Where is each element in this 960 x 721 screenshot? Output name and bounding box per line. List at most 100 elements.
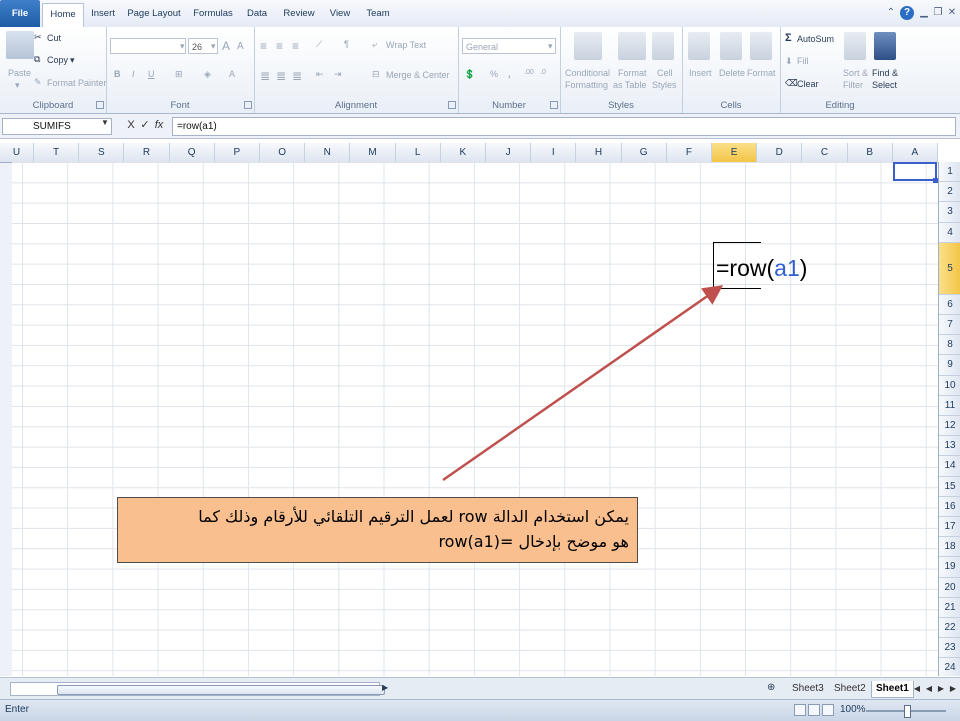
fill-button[interactable]: Fill [797, 56, 809, 66]
bold-button[interactable]: B [114, 69, 121, 79]
insert-cells-button[interactable]: Insert [689, 68, 712, 78]
align-center-icon[interactable]: ≣ [276, 69, 286, 83]
column-header[interactable]: G [622, 143, 667, 162]
tab-data[interactable]: Data [240, 3, 274, 25]
column-header[interactable]: S [79, 143, 125, 162]
row-header[interactable]: 19 [939, 557, 960, 578]
sheet-nav-first-icon[interactable]: ◀ [912, 682, 922, 696]
row-header[interactable]: 18 [939, 537, 960, 558]
sheet-nav-next-icon[interactable]: ▶ [936, 682, 946, 696]
rtl-icon[interactable]: ¶ [344, 39, 349, 49]
sheet-tab-sheet3[interactable]: Sheet3 [788, 681, 828, 697]
row-header[interactable]: 10 [939, 376, 960, 396]
minimize-ribbon-icon[interactable]: ⌃ [884, 6, 898, 20]
confirm-entry-button[interactable]: ✓ [138, 118, 152, 131]
active-cell-a1[interactable] [893, 162, 937, 181]
split-box-icon[interactable]: ▶ [382, 683, 388, 692]
format-painter-button[interactable]: Format Painter [47, 78, 107, 88]
cell-styles-icon[interactable] [652, 32, 674, 60]
row-header[interactable]: 6 [939, 295, 960, 315]
format-cells-button[interactable]: Format [747, 68, 776, 78]
number-format-dropdown-icon[interactable]: ▾ [548, 41, 553, 52]
horizontal-scroll-thumb[interactable] [57, 685, 385, 695]
sheet-nav-prev-icon[interactable]: ◀ [924, 682, 934, 696]
column-header[interactable]: O [260, 143, 306, 162]
sort-filter-button[interactable]: Sort & [843, 68, 868, 78]
align-top-icon[interactable]: ≡ [260, 39, 267, 53]
row-header[interactable]: 24 [939, 658, 960, 679]
column-header[interactable]: T [34, 143, 80, 162]
column-header[interactable]: P [215, 143, 260, 162]
zoom-level[interactable]: 100% [840, 704, 866, 715]
sort-filter-icon[interactable] [844, 32, 866, 60]
wrap-text-button[interactable]: Wrap Text [386, 40, 426, 50]
row-header[interactable]: 20 [939, 578, 960, 598]
row-header[interactable]: 15 [939, 477, 960, 497]
column-header[interactable]: N [305, 143, 351, 162]
conditional-formatting-button[interactable]: Conditional [565, 68, 610, 78]
font-color-icon[interactable]: A [229, 69, 235, 79]
column-header[interactable]: I [531, 143, 577, 162]
underline-button[interactable]: U [148, 69, 155, 79]
align-bottom-icon[interactable]: ≡ [292, 39, 299, 53]
font-size-dropdown-icon[interactable]: ▾ [211, 41, 216, 52]
row-header[interactable]: 21 [939, 598, 960, 618]
insert-function-button[interactable]: fx [152, 119, 166, 131]
normal-view-icon[interactable] [794, 704, 806, 716]
horizontal-scrollbar[interactable] [10, 682, 385, 696]
percent-button[interactable]: % [490, 69, 498, 79]
sheet-tab-sheet2[interactable]: Sheet2 [830, 681, 870, 697]
font-name-combo[interactable] [110, 38, 186, 54]
find-select-icon[interactable] [874, 32, 896, 60]
font-launcher-icon[interactable] [244, 101, 252, 109]
restore-window-icon[interactable]: ❐ [931, 6, 945, 20]
column-header[interactable]: L [396, 143, 441, 162]
align-right-icon[interactable]: ≣ [292, 69, 302, 83]
row-header[interactable]: 14 [939, 456, 960, 477]
paste-dropdown-icon[interactable]: ▾ [15, 80, 20, 91]
tab-review[interactable]: Review [280, 3, 318, 25]
row-header[interactable]: 5 [939, 242, 960, 295]
help-icon[interactable]: ? [900, 6, 914, 20]
formula-input[interactable]: =row(a1) [172, 117, 956, 136]
conditional-formatting-icon[interactable] [574, 32, 602, 60]
row-header[interactable]: 9 [939, 355, 960, 376]
row-header[interactable]: 13 [939, 436, 960, 457]
tab-team[interactable]: Team [362, 3, 394, 25]
fill-color-icon[interactable]: ◈ [204, 69, 211, 80]
tab-home[interactable]: Home [42, 3, 84, 28]
column-header[interactable]: C [802, 143, 848, 162]
shrink-font-button[interactable]: A [237, 41, 244, 52]
name-box-dropdown-icon[interactable]: ▼ [101, 118, 109, 127]
row-header[interactable]: 17 [939, 517, 960, 538]
decrease-decimal-icon[interactable]: .0 [540, 69, 546, 76]
row-header[interactable]: 8 [939, 335, 960, 356]
tab-page-layout[interactable]: Page Layout [124, 3, 184, 25]
column-header[interactable]: K [441, 143, 486, 162]
increase-decimal-icon[interactable]: .00 [524, 69, 534, 76]
copy-button[interactable]: Copy [47, 55, 68, 65]
cell-grid[interactable] [12, 162, 938, 676]
italic-button[interactable]: I [132, 69, 135, 79]
tab-formulas[interactable]: Formulas [190, 3, 236, 25]
column-header[interactable]: A [893, 143, 938, 162]
column-header[interactable]: H [576, 143, 622, 162]
clear-button[interactable]: Clear [797, 79, 819, 89]
row-header[interactable]: 2 [939, 182, 960, 203]
column-header[interactable]: U [0, 143, 34, 162]
clipboard-launcher-icon[interactable] [96, 101, 104, 109]
format-as-table-button[interactable]: Format [618, 68, 647, 78]
decrease-indent-icon[interactable]: ⇤ [316, 69, 324, 80]
column-header[interactable]: F [667, 143, 712, 162]
grow-font-button[interactable]: A [222, 39, 230, 53]
cell-styles-button[interactable]: Cell [657, 68, 673, 78]
tab-view[interactable]: View [324, 3, 356, 25]
font-name-dropdown-icon[interactable]: ▾ [180, 41, 185, 52]
row-header[interactable]: 11 [939, 396, 960, 416]
cancel-entry-button[interactable]: X [124, 119, 138, 131]
merge-center-button[interactable]: Merge & Center [386, 70, 450, 80]
row-header[interactable]: 12 [939, 416, 960, 437]
paste-button[interactable]: Paste [8, 68, 31, 78]
orientation-icon[interactable]: ⟋ [316, 39, 322, 50]
copy-dropdown-icon[interactable]: ▾ [70, 55, 75, 66]
